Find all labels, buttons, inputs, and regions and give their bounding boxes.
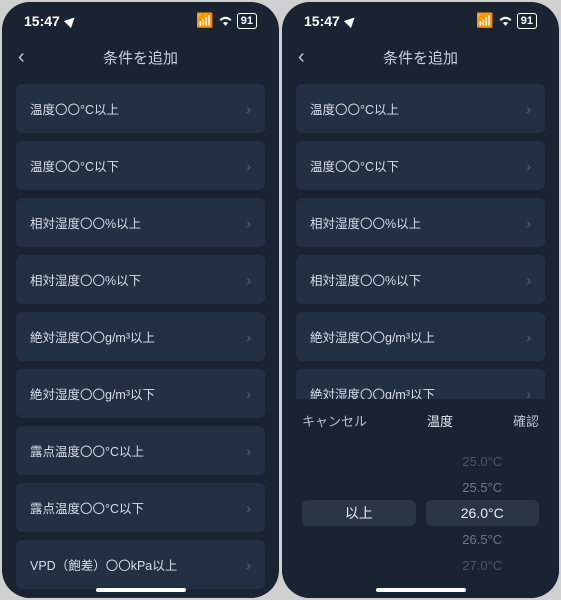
page-title: 条件を追加 bbox=[383, 47, 458, 68]
list-item[interactable]: 温度〇〇°C以上 › bbox=[16, 84, 265, 133]
item-label: 絶対湿度〇〇g/m³以上 bbox=[310, 327, 435, 346]
home-indicator[interactable] bbox=[376, 588, 466, 592]
chevron-icon: › bbox=[246, 557, 251, 573]
picker-header: キャンセル 温度 確認 bbox=[302, 411, 539, 448]
item-label: 相対湿度〇〇%以上 bbox=[310, 213, 421, 232]
chevron-icon: › bbox=[526, 101, 531, 117]
list-item[interactable]: 露点温度〇〇°C以下 › bbox=[16, 483, 265, 532]
list-item[interactable]: 温度〇〇°C以上 › bbox=[296, 84, 545, 133]
chevron-icon: › bbox=[246, 272, 251, 288]
item-label: 相対湿度〇〇%以下 bbox=[30, 270, 141, 289]
item-label: 露点温度〇〇°C以上 bbox=[30, 441, 144, 460]
chevron-icon: › bbox=[526, 158, 531, 174]
item-label: 絶対湿度〇〇g/m³以上 bbox=[30, 327, 155, 346]
picker-option: 25.5°C bbox=[426, 474, 540, 500]
picker-column-value[interactable]: 25.0°C 25.5°C 26.0°C 26.5°C 27.0°C bbox=[426, 448, 540, 578]
confirm-button[interactable]: 確認 bbox=[513, 411, 539, 430]
phone-right: 15:47 📶 91 ‹ 条件を追加 温度〇〇°C以上 › 温度〇〇°C以下 › 相… bbox=[282, 2, 559, 598]
chevron-icon: › bbox=[526, 215, 531, 231]
wifi-icon bbox=[498, 13, 513, 29]
picker-option: 27.0°C bbox=[426, 552, 540, 578]
wifi-icon bbox=[218, 13, 233, 29]
status-right: 📶 91 bbox=[476, 12, 537, 29]
header: ‹ 条件を追加 bbox=[2, 37, 279, 84]
list-item[interactable]: VPD（飽差）〇〇kPa以上 › bbox=[16, 540, 265, 589]
list-item[interactable]: 相対湿度〇〇%以下 › bbox=[16, 255, 265, 304]
item-label: 温度〇〇°C以上 bbox=[310, 99, 399, 118]
list-item[interactable]: 絶対湿度〇〇g/m³以上 › bbox=[296, 312, 545, 361]
list-item[interactable]: 温度〇〇°C以下 › bbox=[296, 141, 545, 190]
list-item[interactable]: 温度〇〇°C以下 › bbox=[16, 141, 265, 190]
signal-icon: 📶 bbox=[476, 12, 493, 29]
item-label: 温度〇〇°C以下 bbox=[30, 156, 119, 175]
picker-selected: 26.0°C bbox=[426, 500, 540, 526]
item-label: 相対湿度〇〇%以下 bbox=[310, 270, 421, 289]
item-label: 温度〇〇°C以上 bbox=[30, 99, 119, 118]
header: ‹ 条件を追加 bbox=[282, 37, 559, 84]
list-item[interactable]: 相対湿度〇〇%以上 › bbox=[16, 198, 265, 247]
item-label: 相対湿度〇〇%以上 bbox=[30, 213, 141, 232]
chevron-icon: › bbox=[246, 500, 251, 516]
list-item[interactable]: 絶対湿度〇〇g/m³以下 › bbox=[16, 369, 265, 418]
picker-selected: 以上 bbox=[302, 500, 416, 526]
home-indicator[interactable] bbox=[96, 588, 186, 592]
status-time: 15:47 bbox=[304, 13, 340, 29]
chevron-icon: › bbox=[246, 158, 251, 174]
chevron-icon: › bbox=[526, 272, 531, 288]
item-label: 露点温度〇〇°C以下 bbox=[30, 498, 144, 517]
list-item[interactable]: 相対湿度〇〇%以上 › bbox=[296, 198, 545, 247]
item-label: VPD（飽差）〇〇kPa以上 bbox=[30, 555, 177, 574]
chevron-icon: › bbox=[246, 443, 251, 459]
cancel-button[interactable]: キャンセル bbox=[302, 411, 367, 430]
back-button[interactable]: ‹ bbox=[18, 46, 25, 69]
back-button[interactable]: ‹ bbox=[298, 46, 305, 69]
picker-column-comparison[interactable]: 以上 bbox=[302, 448, 416, 578]
picker-title: 温度 bbox=[427, 411, 453, 430]
item-label: 温度〇〇°C以下 bbox=[310, 156, 399, 175]
picker-body: 以上 25.0°C 25.5°C 26.0°C 26.5°C 27.0°C bbox=[302, 448, 539, 598]
list-item[interactable]: 相対湿度〇〇%以下 › bbox=[296, 255, 545, 304]
condition-list: 温度〇〇°C以上 › 温度〇〇°C以下 › 相対湿度〇〇%以上 › 相対湿度〇〇%以下… bbox=[282, 84, 559, 399]
item-label: 絶対湿度〇〇g/m³以下 bbox=[310, 384, 435, 399]
picker-panel: キャンセル 温度 確認 以上 25.0°C 25.5°C 26.0°C 26.5… bbox=[282, 399, 559, 598]
battery-icon: 91 bbox=[237, 13, 257, 29]
status-left: 15:47 bbox=[24, 13, 76, 29]
signal-icon: 📶 bbox=[196, 12, 213, 29]
location-icon bbox=[344, 13, 358, 27]
list-item[interactable]: 露点温度〇〇°C以上 › bbox=[16, 426, 265, 475]
location-icon bbox=[64, 13, 78, 27]
chevron-icon: › bbox=[526, 329, 531, 345]
picker-option: 25.0°C bbox=[426, 448, 540, 474]
status-bar: 15:47 📶 91 bbox=[2, 2, 279, 37]
chevron-icon: › bbox=[246, 329, 251, 345]
status-left: 15:47 bbox=[304, 13, 356, 29]
status-right: 📶 91 bbox=[196, 12, 257, 29]
item-label: 絶対湿度〇〇g/m³以下 bbox=[30, 384, 155, 403]
phone-left: 15:47 📶 91 ‹ 条件を追加 温度〇〇°C以上 › 温度〇〇°C以下 › 相… bbox=[2, 2, 279, 598]
list-item[interactable]: 絶対湿度〇〇g/m³以下 › bbox=[296, 369, 545, 399]
condition-list: 温度〇〇°C以上 › 温度〇〇°C以下 › 相対湿度〇〇%以上 › 相対湿度〇〇%以下… bbox=[2, 84, 279, 598]
status-time: 15:47 bbox=[24, 13, 60, 29]
chevron-icon: › bbox=[246, 215, 251, 231]
battery-icon: 91 bbox=[517, 13, 537, 29]
list-item[interactable]: 絶対湿度〇〇g/m³以上 › bbox=[16, 312, 265, 361]
chevron-icon: › bbox=[246, 101, 251, 117]
status-bar: 15:47 📶 91 bbox=[282, 2, 559, 37]
chevron-icon: › bbox=[526, 386, 531, 400]
picker-option: 26.5°C bbox=[426, 526, 540, 552]
page-title: 条件を追加 bbox=[103, 47, 178, 68]
chevron-icon: › bbox=[246, 386, 251, 402]
list-item[interactable]: VPD（飽差）〇〇kPa以下› bbox=[16, 597, 265, 598]
